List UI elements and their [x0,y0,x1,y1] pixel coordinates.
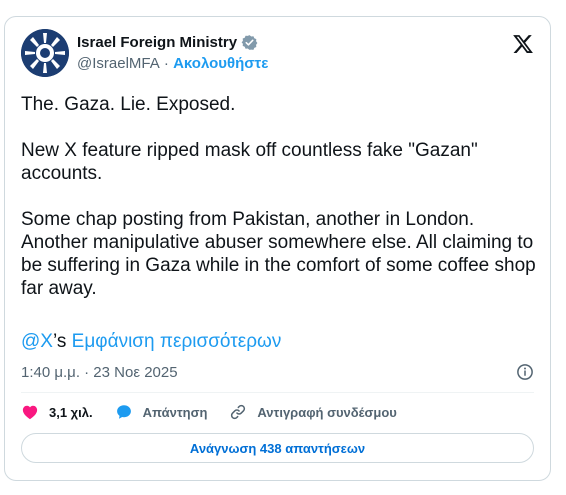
divider [21,392,534,393]
link-icon [231,404,246,420]
like-button[interactable]: 3,1 χιλ. [21,403,93,421]
tweet-header: Israel Foreign Ministry @IsraelMFA · Ακο… [21,29,268,77]
timestamp[interactable]: 1:40 μ.μ. · 23 Νοε 2025 [21,363,178,383]
author-block: Israel Foreign Ministry @IsraelMFA · Ακο… [77,33,268,74]
verified-badge-icon [241,35,258,50]
x-logo-icon[interactable] [512,33,534,55]
reply-button[interactable]: Απάντηση [115,403,208,421]
copy-link-button[interactable]: Αντιγραφή συνδέσμου [229,403,397,421]
info-icon[interactable] [516,363,534,381]
handle-separator: · [159,54,174,72]
author-handle[interactable]: @IsraelMFA [77,54,160,74]
tweet-paragraph: New X feature ripped mask off countless … [21,140,478,184]
tweet-footer-line: @X’s Εμφάνιση περισσότερων [21,330,281,353]
mention-link[interactable]: @X [21,331,53,352]
speech-bubble-icon [116,405,131,419]
author-name[interactable]: Israel Foreign Ministry [77,33,237,53]
possessive-text: ’s [52,331,67,352]
show-more-link[interactable]: Εμφάνιση περισσότερων [72,331,282,352]
read-replies-label: Ανάγνωση 438 απαντήσεων [189,440,366,456]
read-replies-button[interactable]: Ανάγνωση 438 απαντήσεων [21,433,534,463]
tweet-paragraph: The. Gaza. Lie. Exposed. [21,94,236,115]
copy-link-label: Αντιγραφή συνδέσμου [257,404,397,420]
tweet-text: The. Gaza. Lie. Exposed. New X feature r… [21,93,541,323]
reply-label: Απάντηση [142,404,208,420]
like-count: 3,1 χιλ. [49,404,93,420]
action-bar: 3,1 χιλ. Απάντηση Αντιγραφή συνδέσμου [21,400,419,424]
follow-link[interactable]: Ακολουθήστε [173,54,268,74]
heart-icon [22,405,38,420]
avatar[interactable] [21,29,69,77]
tweet-embed-card: Israel Foreign Ministry @IsraelMFA · Ακο… [4,16,551,481]
tweet-paragraph: Some chap posting from Pakistan, another… [21,209,536,299]
ministry-emblem-icon [21,29,69,77]
